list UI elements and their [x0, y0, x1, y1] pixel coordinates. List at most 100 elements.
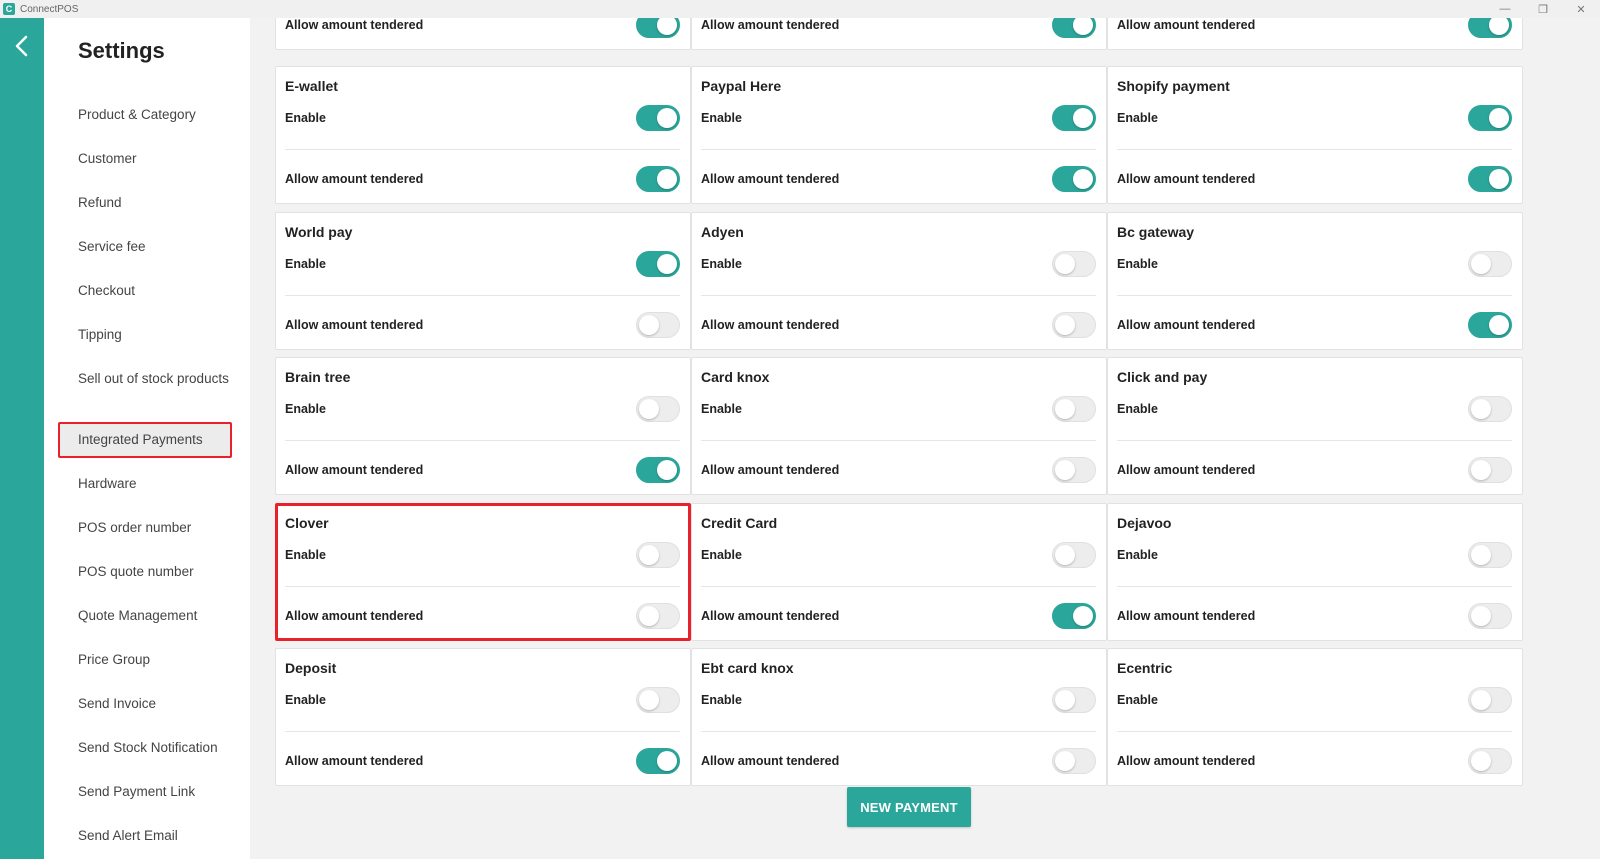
divider	[1117, 149, 1512, 150]
enable-toggle[interactable]	[636, 105, 680, 131]
allow-amount-tendered-toggle[interactable]	[1468, 312, 1512, 338]
sidebar-item-customer[interactable]: Customer	[78, 151, 243, 167]
allow-amount-tendered-toggle[interactable]	[1052, 312, 1096, 338]
enable-toggle[interactable]	[1468, 105, 1512, 131]
allow-amount-tendered-label: Allow amount tendered	[701, 318, 840, 332]
payment-card-ecentric: Ecentric Enable Allow amount tendered	[1107, 648, 1523, 786]
sidebar-item-send-alert-email[interactable]: Send Alert Email	[78, 828, 243, 844]
allow-amount-tendered-row: Allow amount tendered	[285, 310, 680, 340]
payment-card-dejavoo: Dejavoo Enable Allow amount tendered	[1107, 503, 1523, 641]
allow-amount-tendered-toggle[interactable]	[1468, 748, 1512, 774]
sidebar-item-pos-order-number[interactable]: POS order number	[78, 520, 243, 536]
minimize-icon[interactable]: —	[1486, 0, 1524, 18]
toggle-knob	[1471, 690, 1491, 710]
payment-card-shopify-payment: Shopify payment Enable Allow amount tender…	[1107, 66, 1523, 204]
divider	[1117, 731, 1512, 732]
allow-amount-tendered-toggle[interactable]	[1052, 166, 1096, 192]
allow-amount-tendered-toggle[interactable]	[636, 18, 680, 38]
sidebar-item-service-fee[interactable]: Service fee	[78, 239, 243, 255]
enable-toggle[interactable]	[1052, 687, 1096, 713]
main-content: EnableAllow amount tenderedEnableAllow a…	[250, 18, 1600, 859]
enable-toggle[interactable]	[1468, 542, 1512, 568]
payment-card-brain-tree: Brain tree Enable Allow amount tendered	[275, 357, 691, 495]
enable-toggle[interactable]	[1468, 251, 1512, 277]
enable-label: Enable	[285, 548, 326, 562]
allow-amount-tendered-toggle[interactable]	[636, 457, 680, 483]
sidebar-item-quote-management[interactable]: Quote Management	[78, 608, 243, 624]
enable-toggle[interactable]	[636, 396, 680, 422]
toggle-knob	[1471, 606, 1491, 626]
enable-label: Enable	[285, 402, 326, 416]
toggle-knob	[1055, 545, 1075, 565]
sidebar-item-send-stock-notification[interactable]: Send Stock Notification	[78, 740, 243, 756]
sidebar-item-sell-out-of-stock-products[interactable]: Sell out of stock products	[78, 371, 243, 387]
sidebar-item-refund[interactable]: Refund	[78, 195, 243, 211]
payment-name: Brain tree	[285, 369, 351, 385]
allow-amount-tendered-row: Allow amount tendered	[701, 746, 1096, 776]
allow-amount-tendered-row: Allow amount tendered	[1117, 601, 1512, 631]
enable-toggle[interactable]	[1052, 251, 1096, 277]
enable-toggle[interactable]	[636, 542, 680, 568]
sidebar-item-tipping[interactable]: Tipping	[78, 327, 243, 343]
sidebar-item-send-invoice[interactable]: Send Invoice	[78, 696, 243, 712]
sidebar-item-send-payment-link[interactable]: Send Payment Link	[78, 784, 243, 800]
enable-label: Enable	[1117, 548, 1158, 562]
allow-amount-tendered-toggle[interactable]	[636, 312, 680, 338]
toggle-knob	[1471, 254, 1491, 274]
toggle-knob	[1489, 18, 1509, 35]
toggle-knob	[1055, 690, 1075, 710]
allow-amount-tendered-toggle[interactable]	[1468, 166, 1512, 192]
sidebar-item-integrated-payments[interactable]: Integrated Payments	[58, 422, 232, 458]
toggle-knob	[1471, 545, 1491, 565]
allow-amount-tendered-toggle[interactable]	[636, 748, 680, 774]
allow-amount-tendered-toggle[interactable]	[1468, 18, 1512, 38]
enable-toggle[interactable]	[1052, 396, 1096, 422]
payment-name: Card knox	[701, 369, 770, 385]
allow-amount-tendered-toggle[interactable]	[1052, 603, 1096, 629]
enable-toggle[interactable]	[636, 687, 680, 713]
toggle-knob	[1489, 315, 1509, 335]
allow-amount-tendered-toggle[interactable]	[1052, 457, 1096, 483]
payment-name: Deposit	[285, 660, 337, 676]
toggle-knob	[1055, 399, 1075, 419]
sidebar-item-product-category[interactable]: Product & Category	[78, 107, 243, 123]
allow-amount-tendered-toggle[interactable]	[1052, 18, 1096, 38]
enable-toggle[interactable]	[1468, 687, 1512, 713]
enable-toggle[interactable]	[636, 251, 680, 277]
toggle-knob	[639, 545, 659, 565]
sidebar-item-price-group[interactable]: Price Group	[78, 652, 243, 668]
enable-row: Enable	[285, 249, 680, 279]
sidebar-item-hardware[interactable]: Hardware	[78, 476, 243, 492]
toggle-knob	[1489, 108, 1509, 128]
allow-amount-tendered-row: Allow amount tendered	[285, 601, 680, 631]
allow-amount-tendered-row: Allow amount tendered	[1117, 455, 1512, 485]
enable-row: Enable	[701, 249, 1096, 279]
enable-label: Enable	[285, 693, 326, 707]
allow-amount-tendered-label: Allow amount tendered	[1117, 463, 1256, 477]
payment-name: Credit Card	[701, 515, 778, 531]
new-payment-button[interactable]: NEW PAYMENT	[847, 787, 971, 827]
payment-name: Shopify payment	[1117, 78, 1230, 94]
allow-amount-tendered-toggle[interactable]	[1052, 748, 1096, 774]
restore-icon[interactable]: ❐	[1524, 0, 1562, 18]
allow-amount-tendered-toggle[interactable]	[1468, 603, 1512, 629]
allow-amount-tendered-toggle[interactable]	[636, 603, 680, 629]
enable-toggle[interactable]	[1052, 105, 1096, 131]
back-arrow-icon[interactable]	[12, 34, 32, 58]
payment-card-credit-card: Credit Card Enable Allow amount tendered	[691, 503, 1107, 641]
payment-card-payment-3: EnableAllow amount tendered	[1107, 18, 1523, 50]
allow-amount-tendered-label: Allow amount tendered	[285, 463, 424, 477]
payment-name: Paypal Here	[701, 78, 782, 94]
close-icon[interactable]: ✕	[1562, 0, 1600, 18]
sidebar-item-pos-quote-number[interactable]: POS quote number	[78, 564, 243, 580]
payment-card-payment-2: EnableAllow amount tendered	[691, 18, 1107, 50]
sidebar-item-checkout[interactable]: Checkout	[78, 283, 243, 299]
allow-amount-tendered-toggle[interactable]	[1468, 457, 1512, 483]
enable-toggle[interactable]	[1052, 542, 1096, 568]
enable-label: Enable	[1117, 402, 1158, 416]
enable-toggle[interactable]	[1468, 396, 1512, 422]
toggle-knob	[657, 460, 677, 480]
sidebar-title: Settings	[78, 38, 165, 63]
toggle-knob	[1073, 606, 1093, 626]
allow-amount-tendered-toggle[interactable]	[636, 166, 680, 192]
